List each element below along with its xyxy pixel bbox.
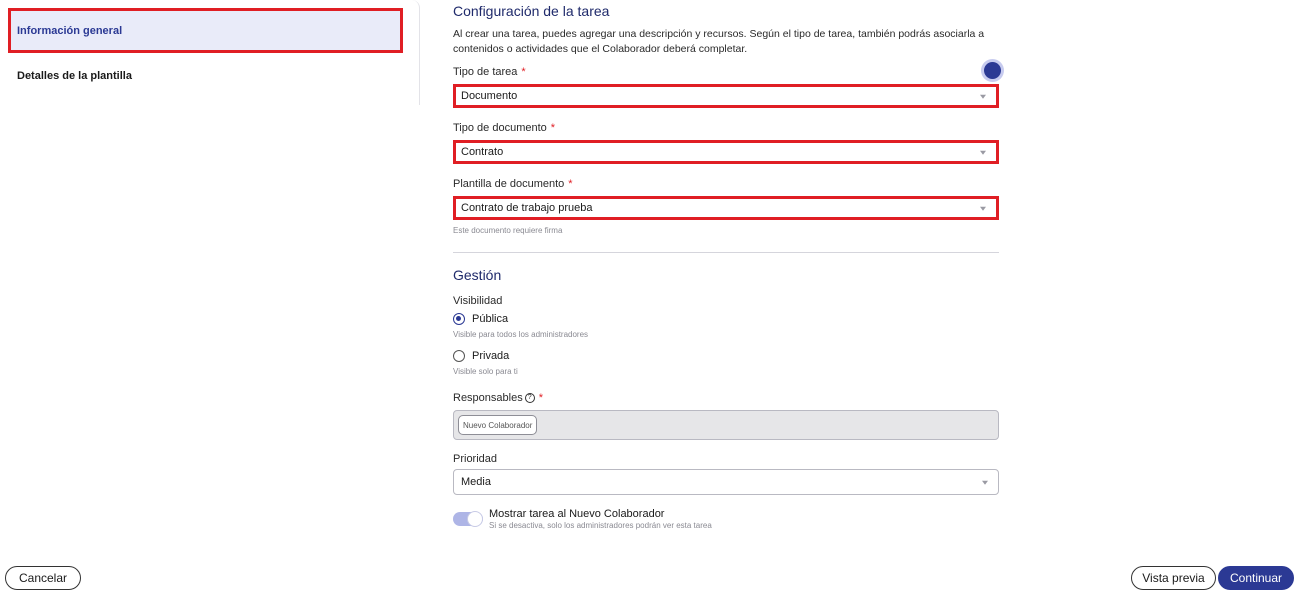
required-mark: * [521,66,526,78]
help-circle-icon[interactable]: ? [524,393,535,404]
chevron-down-icon [980,206,986,211]
visibility-option-label: Pública [472,313,509,325]
document-type-label-text: Tipo de documento [453,122,547,134]
visibility-option-label: Privada [472,350,510,362]
show-task-hint: Si se desactiva, solo los administradore… [489,521,712,530]
responsables-label: Responsables? * [453,392,543,404]
status-dot-icon [984,62,1001,79]
radio-unselected-icon[interactable] [453,350,465,362]
sidebar-item-detalles-plantilla[interactable]: Detalles de la plantilla [8,53,403,98]
document-type-label: Tipo de documento * [453,122,555,134]
sidebar-item-informacion-general[interactable]: Información general [8,8,403,53]
document-type-select[interactable]: Contrato [453,140,999,164]
document-template-hint: Este documento requiere firma [453,226,563,235]
visibility-option-hint: Visible para todos los administradores [453,330,589,339]
priority-select[interactable]: Media [453,469,999,495]
document-template-value: Contrato de trabajo prueba [461,202,593,214]
responsable-chip: Nuevo Colaborador [458,415,538,435]
sidebar-item-label: Detalles de la plantilla [17,69,132,82]
chevron-down-icon [982,480,988,485]
responsables-label-text: Responsables [453,392,523,404]
toggle-knob [467,511,483,527]
sidebar: Información general Detalles de la plant… [0,0,420,105]
cancel-button[interactable]: Cancelar [5,566,81,590]
chevron-down-icon [980,94,986,99]
task-type-value: Documento [461,90,518,102]
document-template-label: Plantilla de documento * [453,178,573,190]
section-description: Al crear una tarea, puedes agregar una d… [453,28,985,55]
show-task-label: Mostrar tarea al Nuevo Colaborador [489,508,665,520]
task-type-label-text: Tipo de tarea [453,66,518,78]
radio-selected-icon[interactable] [453,313,465,325]
responsables-field: Nuevo Colaborador [453,410,999,440]
sidebar-item-label: Información general [17,24,123,37]
required-mark: * [538,392,543,404]
section-title-configuracion: Configuración de la tarea [453,3,610,19]
preview-button[interactable]: Vista previa [1131,566,1216,590]
document-type-value: Contrato [461,146,504,158]
required-mark: * [550,122,556,134]
document-template-label-text: Plantilla de documento [453,178,565,190]
required-mark: * [568,178,573,190]
visibility-option-privada[interactable]: Privada [453,350,509,362]
show-task-toggle[interactable] [453,511,483,527]
continue-button[interactable]: Continuar [1218,566,1294,590]
visibility-label: Visibilidad [453,295,503,307]
priority-label: Prioridad [453,453,498,465]
document-template-select[interactable]: Contrato de trabajo prueba [453,196,999,220]
task-type-label: Tipo de tarea * [453,66,526,78]
section-title-gestion: Gestión [453,267,502,283]
visibility-option-hint: Visible solo para ti [453,367,518,376]
section-divider [453,252,999,253]
chevron-down-icon [980,150,986,155]
visibility-option-publica[interactable]: Pública [453,313,508,325]
task-type-select[interactable]: Documento [453,84,999,108]
priority-value: Media [461,476,491,488]
